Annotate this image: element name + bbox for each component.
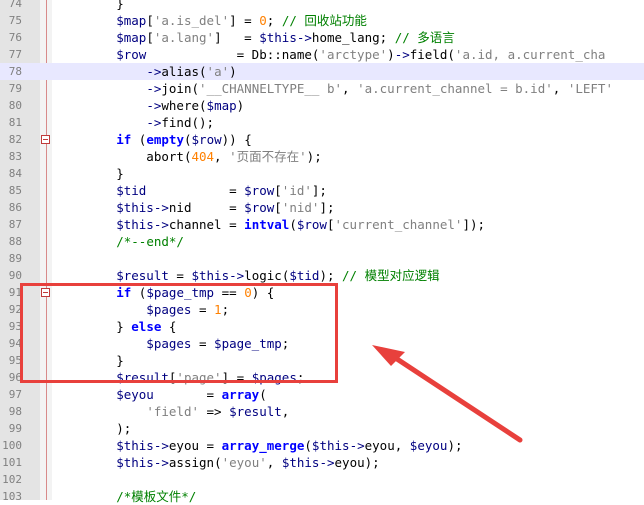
annotation-arrow-icon — [372, 345, 523, 443]
code-editor[interactable]: 74 } 75 $map['a.is_del'] = 0; // 回收站功能 76 … — [0, 0, 644, 504]
